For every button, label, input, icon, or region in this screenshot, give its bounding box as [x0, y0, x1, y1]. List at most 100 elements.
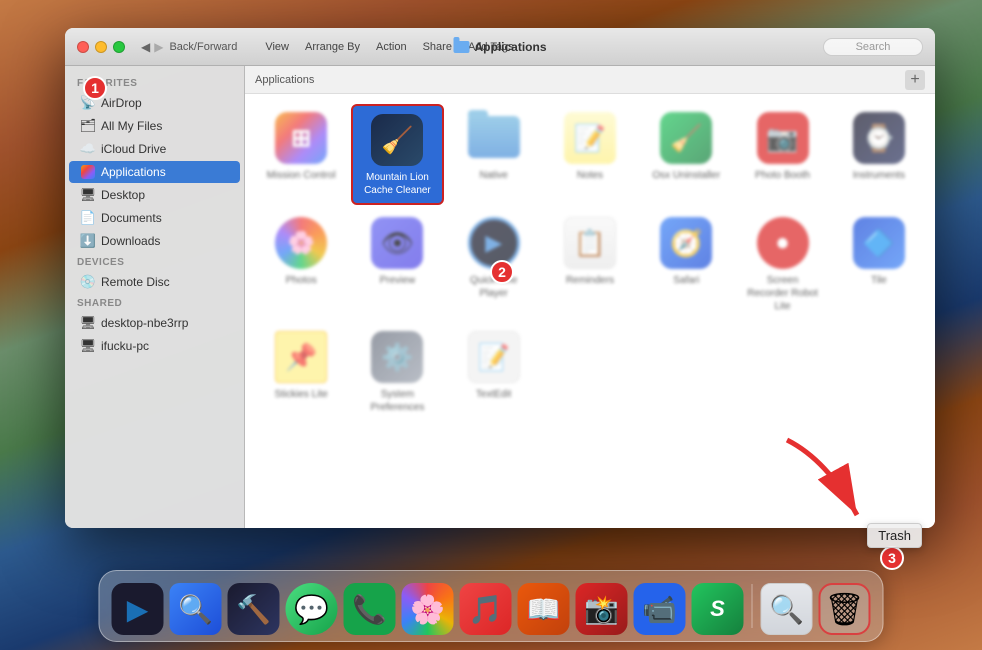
preview-icon: 👁	[371, 217, 423, 269]
dock-item-finder[interactable]: 🔍	[761, 583, 813, 635]
tile-icon: 🔷	[853, 217, 905, 269]
tile-label: Tile	[871, 274, 887, 287]
dock-item-photo-booth-dock[interactable]: 📸	[576, 583, 628, 635]
dock-item-photos[interactable]: 🌸	[402, 583, 454, 635]
documents-icon: 📄	[81, 211, 95, 225]
applications-label: Applications	[101, 165, 166, 179]
osx-uninstaller-icon-wrapper: 🧹	[658, 110, 714, 166]
mission-control-icon: ⊞	[275, 112, 327, 164]
search-box[interactable]: Search	[823, 38, 923, 56]
osx-uninstaller-icon: 🧹	[660, 112, 712, 164]
file-item-notes[interactable]: 📝 Notes	[544, 104, 636, 205]
share-action[interactable]: Share	[423, 41, 452, 53]
file-item-system-prefs[interactable]: ⚙️ System Preferences	[351, 323, 443, 420]
photo-booth-icon-wrapper: 📷	[755, 110, 811, 166]
preview-icon-wrapper: 👁	[369, 215, 425, 271]
sidebar-item-downloads[interactable]: ⬇️ Downloads	[69, 230, 240, 252]
desktop-nbe-label: desktop-nbe3rrp	[101, 316, 188, 330]
dock-item-zoom[interactable]: 📹	[634, 583, 686, 635]
dock-item-xcode[interactable]: 🔨	[228, 583, 280, 635]
file-item-osx-uninstaller[interactable]: 🧹 Osx Uninstaller	[640, 104, 732, 205]
sidebar-item-icloud[interactable]: ☁️ iCloud Drive	[69, 138, 240, 160]
remote-disc-icon: 💿	[81, 275, 95, 289]
sidebar-item-all-my-files[interactable]: 🗂 All My Files	[69, 115, 240, 137]
sidebar-item-desktop-nbe[interactable]: 🖥 desktop-nbe3rrp	[69, 312, 240, 334]
dock-item-music[interactable]: 🎵	[460, 583, 512, 635]
folder-icon	[453, 41, 469, 53]
reminders-label: Reminders	[566, 274, 614, 287]
photo-booth-dock-icon: 📸	[584, 593, 619, 626]
reminders-icon-wrapper: 📋	[562, 215, 618, 271]
safari-label: Safari	[673, 274, 699, 287]
file-item-photos[interactable]: 🌸 Photos	[255, 209, 347, 319]
photo-booth-icon: 📷	[757, 112, 809, 164]
sidebar-item-desktop[interactable]: 🖥 Desktop	[69, 184, 240, 206]
notes-label: Notes	[577, 169, 603, 182]
dock-item-image-capture[interactable]: 🔍	[170, 583, 222, 635]
view-action[interactable]: View	[265, 41, 289, 53]
dock: ▶ 🔍 🔨 💬 📞 🌸 🎵 📖 📸 📹 S 🔍 🗑	[99, 570, 884, 642]
dock-item-messages[interactable]: 💬	[286, 583, 338, 635]
photo-booth-label: Photo Booth	[755, 169, 810, 182]
step-3-indicator: 3	[880, 546, 904, 570]
file-item-reminders[interactable]: 📋 Reminders	[544, 209, 636, 319]
native-folder-icon	[468, 116, 520, 160]
native-label: Native	[480, 169, 508, 182]
close-button[interactable]	[77, 41, 89, 53]
action-action[interactable]: Action	[376, 41, 407, 53]
books-dock-icon: 📖	[526, 593, 561, 626]
downloads-label: Downloads	[101, 234, 160, 248]
file-item-safari[interactable]: 🧭 Safari	[640, 209, 732, 319]
file-item-mission-control[interactable]: ⊞ Mission Control	[255, 104, 347, 205]
file-item-stickies[interactable]: 📌 Stickies Lite	[255, 323, 347, 420]
tile-icon-wrapper: 🔷	[851, 215, 907, 271]
file-item-mountain-lion[interactable]: 🧹 Mountain Lion Cache Cleaner	[351, 104, 443, 205]
file-item-native[interactable]: Native	[448, 104, 540, 205]
stickies-label: Stickies Lite	[274, 388, 327, 401]
dock-item-sketchup[interactable]: S	[692, 583, 744, 635]
arrange-by-action[interactable]: Arrange By	[305, 41, 360, 53]
file-item-tile[interactable]: 🔷 Tile	[833, 209, 925, 319]
file-item-screen-recorder[interactable]: ⏺ Screen Recorder Robot Lite	[736, 209, 828, 319]
dock-item-trash[interactable]: 🗑	[819, 583, 871, 635]
preview-label: Preview	[380, 274, 416, 287]
stickies-icon-wrapper: 📌	[273, 329, 329, 385]
messages-dock-icon: 💬	[294, 593, 329, 626]
texteditor-label: TextEdit	[476, 388, 512, 401]
zoom-dock-icon: 📹	[642, 593, 677, 626]
minimize-button[interactable]	[95, 41, 107, 53]
mountain-lion-icon-wrapper: 🧹	[369, 112, 425, 168]
sidebar: Favorites 📡 AirDrop 🗂 All My Files ☁️ iC…	[65, 66, 245, 528]
ifucku-icon: 🖥	[81, 339, 95, 353]
forward-button[interactable]: ▶	[154, 40, 163, 54]
facetime-dock-icon: 📞	[352, 593, 387, 626]
sidebar-item-remote-disc[interactable]: 💿 Remote Disc	[69, 271, 240, 293]
shared-label: Shared	[65, 294, 244, 311]
back-forward-nav[interactable]: ◀ ▶ Back/Forward	[141, 40, 237, 54]
sidebar-item-documents[interactable]: 📄 Documents	[69, 207, 240, 229]
music-dock-icon: 🎵	[468, 593, 503, 626]
nav-label: Back/Forward	[169, 41, 237, 53]
native-icon-wrapper	[466, 110, 522, 166]
trash-dock-icon: 🗑	[824, 590, 865, 628]
sidebar-item-ifucku[interactable]: 🖥 ifucku-pc	[69, 335, 240, 357]
photos-label: Photos	[286, 274, 317, 287]
mission-control-icon-wrapper: ⊞	[273, 110, 329, 166]
sidebar-item-applications[interactable]: Applications	[69, 161, 240, 183]
maximize-button[interactable]	[113, 41, 125, 53]
system-prefs-label: System Preferences	[361, 388, 433, 414]
path-applications-label: Applications	[255, 74, 314, 86]
file-item-photo-booth[interactable]: 📷 Photo Booth	[736, 104, 828, 205]
dock-item-facetime[interactable]: 📞	[344, 583, 396, 635]
dock-item-quicktime[interactable]: ▶	[112, 583, 164, 635]
quicktime-icon: ▶	[468, 217, 520, 269]
texteditor-icon-wrapper: 📝	[466, 329, 522, 385]
photos-icon-wrapper: 🌸	[273, 215, 329, 271]
devices-label: Devices	[65, 253, 244, 270]
file-item-texteditor[interactable]: 📝 TextEdit	[448, 323, 540, 420]
file-item-preview[interactable]: 👁 Preview	[351, 209, 443, 319]
file-item-instruments[interactable]: ⌚ Instruments	[833, 104, 925, 205]
back-button[interactable]: ◀	[141, 40, 150, 54]
dock-item-books[interactable]: 📖	[518, 583, 570, 635]
add-button[interactable]: +	[905, 70, 925, 90]
